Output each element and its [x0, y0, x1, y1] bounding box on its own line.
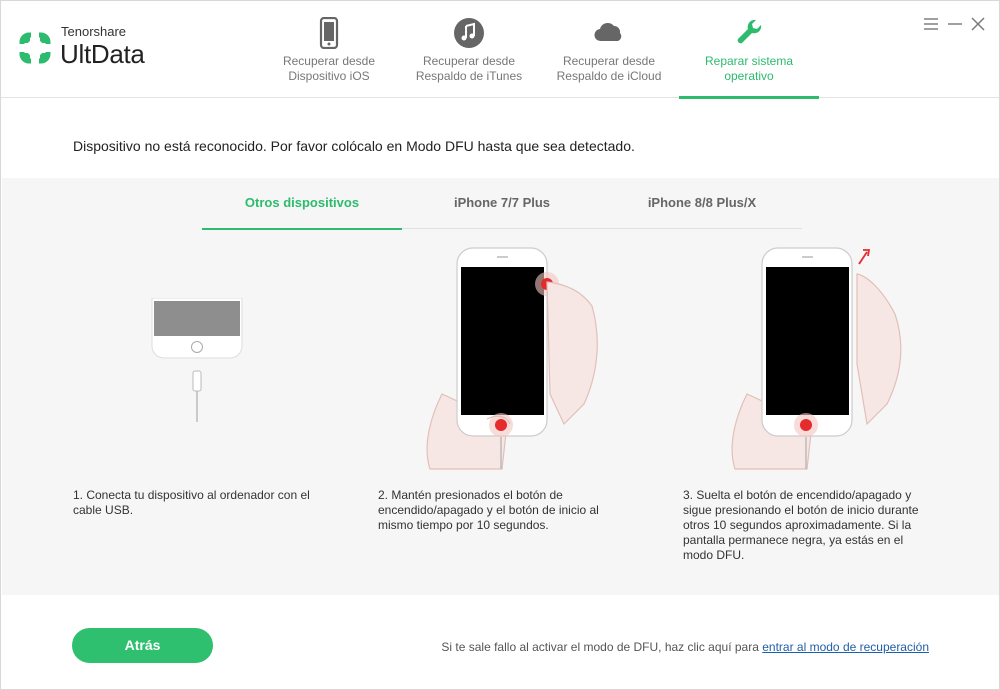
tab-recover-itunes-backup[interactable]: Recuperar desde Respaldo de iTunes: [399, 1, 539, 98]
header: Tenorshare UltData Recuperar desde Dispos…: [1, 1, 999, 99]
active-tab-indicator: [679, 96, 819, 99]
phone-icon: [319, 17, 339, 49]
step-1-text: 1. Conecta tu dispositivo al ordenador c…: [73, 488, 310, 517]
ultdata-logo-icon: [18, 31, 52, 65]
step-2-text: 2. Mantén presionados el botón de encend…: [378, 488, 599, 532]
tab-other-devices[interactable]: Otros dispositivos: [202, 178, 402, 230]
release-power-illustration: [731, 247, 902, 470]
dfu-instruction-message: Dispositivo no está reconocido. Por favo…: [73, 138, 635, 154]
music-note-icon: [454, 18, 484, 48]
step-3-text: 3. Suelta el botón de encendido/apagado …: [683, 488, 919, 562]
tab-label: Reparar sistema operativo: [704, 54, 794, 83]
enter-recovery-mode-link[interactable]: entrar al modo de recuperación: [762, 640, 929, 654]
minimize-icon[interactable]: [946, 15, 964, 33]
wrench-icon: [737, 19, 762, 44]
instructions-panel: Otros dispositivos iPhone 7/7 Plus iPhon…: [2, 178, 999, 595]
recovery-mode-note: Si te sale fallo al activar el modo de D…: [441, 640, 929, 654]
tab-recover-icloud-backup[interactable]: Recuperar desde Respaldo de iCloud: [539, 1, 679, 98]
tab-recover-ios-device[interactable]: Recuperar desde Dispositivo iOS: [259, 1, 399, 98]
active-subtab-indicator: [202, 228, 402, 230]
brand-product: UltData: [60, 39, 145, 69]
cloud-icon: [594, 22, 622, 42]
tab-repair-system[interactable]: Reparar sistema operativo: [679, 1, 819, 99]
tab-iphone-7[interactable]: iPhone 7/7 Plus: [402, 178, 602, 229]
brand-company: Tenorshare: [61, 24, 127, 39]
tab-label: Recuperar desde Respaldo de iCloud: [556, 54, 662, 83]
back-button[interactable]: Atrás: [72, 628, 213, 663]
connect-usb-illustration: [151, 298, 243, 422]
footer: Atrás Si te sale fallo al activar el mod…: [2, 595, 999, 689]
recovery-note-text: Si te sale fallo al activar el modo de D…: [441, 640, 759, 654]
app-window: Tenorshare UltData Recuperar desde Dispos…: [0, 0, 1000, 690]
menu-icon[interactable]: [922, 15, 940, 33]
tab-label: Recuperar desde Respaldo de iTunes: [415, 54, 523, 83]
close-icon[interactable]: [969, 15, 987, 33]
press-buttons-illustration: [426, 247, 598, 470]
device-type-tabs: Otros dispositivos iPhone 7/7 Plus iPhon…: [202, 178, 802, 230]
tab-label: Recuperar desde Dispositivo iOS: [282, 54, 376, 83]
tab-iphone-8-x[interactable]: iPhone 8/8 Plus/X: [602, 178, 802, 229]
